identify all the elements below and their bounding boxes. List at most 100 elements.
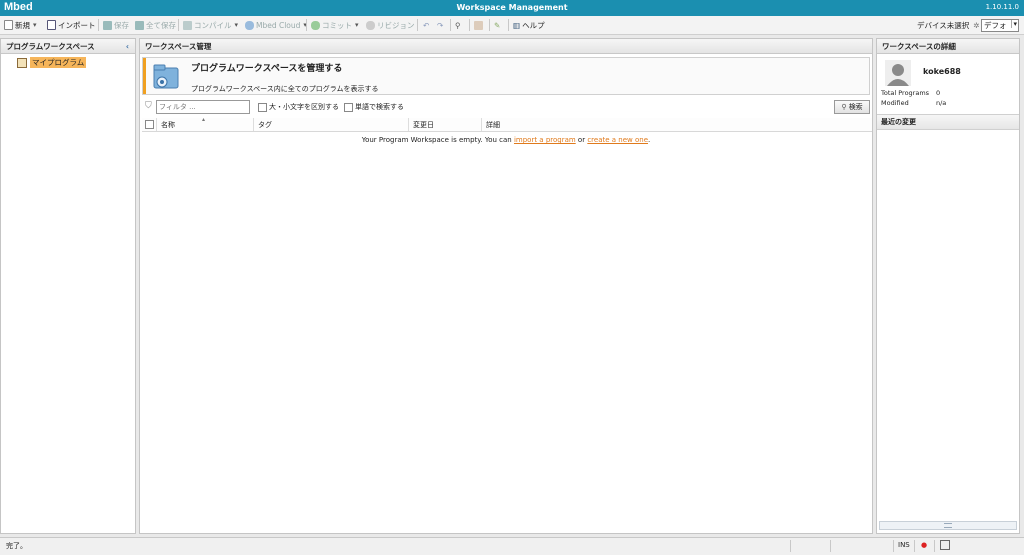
commit-icon [311, 20, 320, 30]
toolbar: 新規▾ インポート 保存 全て保存 コンパイル▾ Mbed Cloud▾ コミッ… [0, 16, 1024, 35]
case-sensitive-checkbox[interactable] [258, 103, 267, 112]
column-tags[interactable]: タグ [258, 120, 272, 130]
book-icon: ▥ [513, 20, 521, 30]
save-icon [103, 20, 112, 30]
filter-input[interactable] [156, 100, 250, 114]
folder-program-icon [17, 57, 27, 68]
modified-label: Modified [881, 99, 909, 107]
avatar [885, 60, 911, 86]
compile-icon [183, 20, 192, 30]
wrench-icon: ✎ [494, 20, 501, 30]
save-all-icon [135, 20, 144, 30]
column-details[interactable]: 詳細 [486, 120, 500, 130]
chevron-down-icon: ▾ [234, 21, 239, 29]
chevron-down-icon: ▾ [33, 21, 37, 29]
device-select-value: デフォ [984, 21, 1007, 30]
tree-item-my-programs[interactable]: マイプログラム [17, 57, 87, 68]
revision-label: リビジョン [377, 20, 415, 30]
help-button[interactable]: ▥ ヘルプ [513, 18, 545, 32]
whole-word-label: 単語で検索する [355, 103, 404, 111]
version-label: 1.10.11.0 [985, 3, 1019, 11]
program-workspace-panel: プログラムワークスペース ‹ マイプログラム [0, 38, 136, 534]
workspace-details-panel: ワークスペースの詳細 koke688 Total Programs 0 Modi… [876, 38, 1020, 534]
import-program-link[interactable]: import a program [514, 136, 576, 144]
window-title: Workspace Management [456, 3, 568, 12]
device-select[interactable]: デフォ ▾ [981, 19, 1019, 32]
banner-heading: プログラムワークスペースを管理する [191, 64, 343, 74]
cloud-icon [245, 20, 254, 30]
chevron-down-icon: ▾ [355, 21, 359, 29]
commit-label: コミット [322, 20, 352, 30]
commit-button[interactable]: コミット ▾ [311, 18, 359, 32]
compile-button[interactable]: コンパイル ▾ [183, 18, 238, 32]
banner-description: プログラムワークスペース内に全てのプログラムを表示する [191, 85, 379, 93]
find-button[interactable]: ⚲ [455, 18, 461, 32]
chevron-down-icon: ▾ [1011, 20, 1017, 28]
panel-header: ワークスペース管理 [140, 39, 872, 54]
select-all-checkbox[interactable] [145, 120, 154, 129]
column-name[interactable]: 名称 [161, 120, 175, 130]
import-icon [47, 20, 56, 30]
tree-item-label: マイプログラム [30, 57, 87, 68]
search-button-label: 検索 [848, 103, 863, 111]
panel-header: ワークスペースの詳細 [877, 39, 1019, 54]
whole-word-checkbox[interactable] [344, 103, 353, 112]
device-label: デバイス未選択 ✲ [917, 18, 980, 32]
device-gear-icon[interactable]: ✲ [973, 21, 979, 30]
redo-icon: ↷ [437, 20, 444, 30]
program-table-header: 名称 ▴ タグ 変更日 詳細 [142, 116, 872, 132]
insert-mode-indicator: INS [898, 541, 910, 549]
help-label: ヘルプ [522, 20, 545, 30]
info-banner: プログラムワークスペースを管理する プログラムワークスペース内に全てのプログラム… [142, 57, 870, 95]
recent-changes-header: 最近の変更 [877, 114, 1019, 130]
revision-button[interactable]: リビジョン [366, 18, 415, 32]
save-button[interactable]: 保存 [103, 18, 129, 32]
new-file-icon [4, 20, 13, 30]
panel-title: ワークスペース管理 [145, 42, 212, 51]
search-button[interactable]: ⚲ 検索 [834, 100, 870, 114]
workspace-management-panel: ワークスペース管理 プログラムワークスペースを管理する プログラムワークスペース… [139, 38, 873, 534]
status-text: 完了。 [6, 542, 27, 550]
device-label-text: デバイス未選択 [917, 20, 970, 30]
username: koke688 [923, 67, 961, 76]
binoculars-icon: ⚲ [455, 20, 461, 30]
compile-label: コンパイル [194, 20, 232, 30]
format-icon [474, 20, 483, 30]
save-all-label: 全て保存 [146, 20, 176, 30]
collapse-left-icon[interactable]: ‹ [126, 39, 129, 54]
new-button[interactable]: 新規 ▾ [4, 18, 37, 32]
save-all-button[interactable]: 全て保存 [135, 18, 176, 32]
sort-asc-icon: ▴ [202, 116, 206, 123]
panel-title: プログラムワークスペース [6, 42, 95, 51]
total-programs-value: 0 [936, 89, 941, 97]
revision-icon [366, 20, 375, 30]
mbed-cloud-label: Mbed Cloud [256, 20, 301, 30]
redo-button[interactable]: ↷ [437, 18, 443, 32]
undo-icon: ↶ [423, 20, 430, 30]
create-new-link[interactable]: create a new one [587, 136, 648, 144]
empty-text-suffix: . [648, 136, 651, 144]
format-button[interactable] [474, 18, 485, 32]
import-button[interactable]: インポート [47, 18, 96, 32]
mbed-cloud-button[interactable]: Mbed Cloud▾ [245, 18, 307, 32]
connection-status-icon [940, 540, 950, 550]
total-programs-label: Total Programs [881, 89, 930, 97]
new-label: 新規 [15, 20, 30, 30]
empty-workspace-message: Your Program Workspace is empty. You can… [140, 136, 872, 144]
record-icon: ● [921, 541, 928, 549]
save-label: 保存 [114, 20, 129, 30]
panel-title: ワークスペースの詳細 [882, 42, 956, 51]
column-modified[interactable]: 変更日 [413, 120, 434, 130]
case-sensitive-label: 大・小文字を区別する [269, 103, 339, 111]
filter-icon: ⛉ [145, 101, 152, 111]
undo-button[interactable]: ↶ [423, 18, 429, 32]
import-label: インポート [58, 20, 96, 30]
tools-button[interactable]: ✎ [494, 18, 500, 32]
search-icon: ⚲ [841, 103, 847, 111]
empty-text-mid: or [575, 136, 588, 144]
folder-settings-icon [153, 64, 179, 89]
panel-header: プログラムワークスペース ‹ [1, 39, 135, 54]
empty-text-prefix: Your Program Workspace is empty. You can [361, 136, 514, 144]
title-bar: Mbed Workspace Management 1.10.11.0 [0, 0, 1024, 16]
horizontal-scrollbar[interactable] [879, 521, 1017, 530]
